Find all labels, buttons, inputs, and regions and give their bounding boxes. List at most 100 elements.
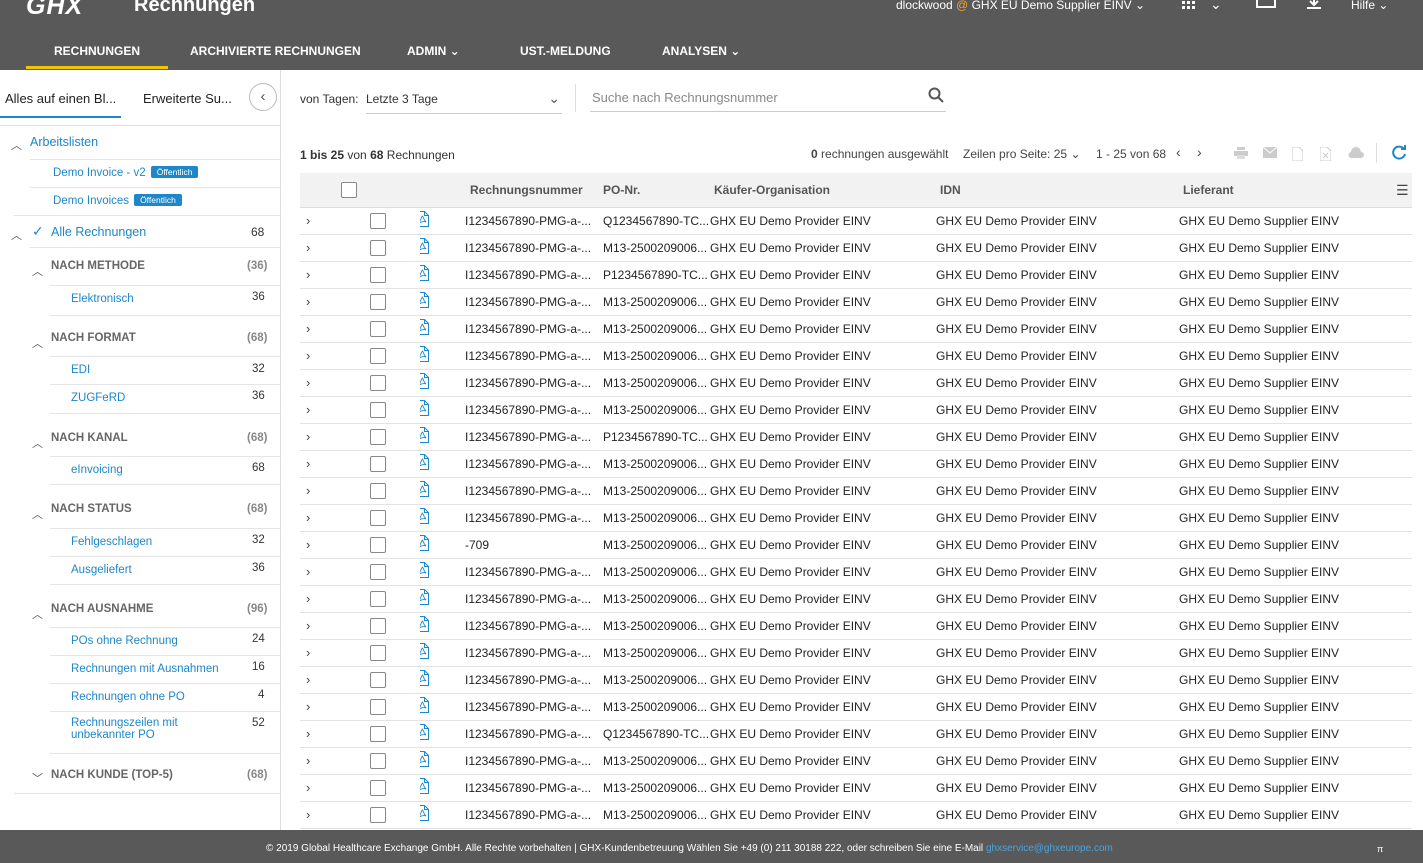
invoice-number-link[interactable]: I1234567890-PMG-a-... [465, 234, 599, 262]
po-number-link[interactable]: M13-2500209006... [599, 531, 710, 559]
row-expand[interactable]: › [300, 558, 330, 586]
table-row[interactable]: › I1234567890-PMG-a-... M13-2500209006... G… [300, 369, 1412, 397]
group-method[interactable]: NACH METHODE [51, 260, 145, 272]
po-number-link[interactable]: M13-2500209006... [599, 504, 710, 532]
row-expand[interactable]: › [300, 369, 330, 397]
table-row[interactable]: › I1234567890-PMG-a-... M13-2500209006... G… [300, 585, 1412, 613]
invoice-number-link[interactable]: I1234567890-PMG-a-... [465, 666, 599, 694]
pdf-export-icon[interactable] [1291, 146, 1304, 164]
chevron-up-icon[interactable]: ︿ [11, 137, 22, 153]
nav-vat[interactable]: UST.-MELDUNG [520, 44, 611, 58]
table-row[interactable]: › I1234567890-PMG-a-... M13-2500209006... G… [300, 666, 1412, 694]
row-expand[interactable]: › [300, 585, 330, 613]
row-checkbox[interactable] [370, 617, 386, 634]
col-idn[interactable]: IDN [936, 173, 1179, 208]
row-checkbox[interactable] [370, 482, 386, 499]
pdf-icon[interactable] [420, 508, 429, 527]
chevron-up-icon[interactable]: ︿ [32, 263, 43, 279]
excel-icon[interactable] [1319, 146, 1332, 164]
row-checkbox[interactable] [370, 779, 386, 796]
row-checkbox[interactable] [370, 806, 386, 823]
next-page-icon[interactable]: › [1197, 144, 1202, 160]
col-invoice-number[interactable]: Rechnungsnummer [465, 173, 599, 208]
tab-overview[interactable]: Alles auf einen Bl... [0, 91, 122, 118]
nav-rechnungen[interactable]: RECHNUNGEN [25, 44, 169, 69]
chevron-right-icon[interactable]: › [300, 807, 310, 822]
download-icon[interactable] [1306, 0, 1322, 13]
po-number-link[interactable]: M13-2500209006... [599, 585, 710, 613]
table-row[interactable]: › I1234567890-PMG-a-... Q1234567890-TC... G… [300, 207, 1412, 235]
row-expand[interactable]: › [300, 234, 330, 262]
apps-grid-icon[interactable] [1182, 0, 1196, 13]
chevron-right-icon[interactable]: › [300, 348, 310, 363]
pdf-icon[interactable] [420, 535, 429, 554]
pdf-icon[interactable] [420, 643, 429, 662]
po-number-link[interactable]: Q1234567890-TC... [599, 207, 710, 235]
pdf-icon[interactable] [420, 778, 429, 797]
invoice-number-link[interactable]: I1234567890-PMG-a-... [465, 693, 599, 721]
row-checkbox[interactable] [370, 644, 386, 661]
table-row[interactable]: › I1234567890-PMG-a-... M13-2500209006... G… [300, 504, 1412, 532]
pdf-icon[interactable] [420, 616, 429, 635]
filter-item-zugferd[interactable]: ZUGFeRD [71, 392, 125, 404]
chevron-right-icon[interactable]: › [300, 699, 310, 714]
filter-item-edi[interactable]: EDI [71, 364, 90, 376]
po-number-link[interactable]: M13-2500209006... [599, 450, 710, 478]
pdf-icon[interactable] [420, 562, 429, 581]
pdf-icon[interactable] [420, 427, 429, 446]
group-customer[interactable]: NACH KUNDE (TOP-5) [51, 769, 173, 781]
chevron-up-icon[interactable]: ︿ [32, 435, 43, 451]
row-expand[interactable]: › [300, 531, 330, 559]
chevron-right-icon[interactable]: › [300, 564, 310, 579]
rows-per-page[interactable]: Zeilen pro Seite: 25 ⌄ [963, 147, 1081, 161]
group-status[interactable]: NACH STATUS [51, 503, 132, 515]
pdf-icon[interactable] [420, 481, 429, 500]
worklist-item[interactable]: Demo Invoice - v2 Öffentlich [53, 166, 199, 179]
table-row[interactable]: › I1234567890-PMG-a-... M13-2500209006... G… [300, 774, 1412, 802]
chevron-right-icon[interactable]: › [300, 294, 310, 309]
invoice-number-link[interactable]: I1234567890-PMG-a-... [465, 585, 599, 613]
row-checkbox[interactable] [370, 563, 386, 580]
invoice-number-link[interactable]: I1234567890-PMG-a-... [465, 639, 599, 667]
invoice-number-link[interactable]: I1234567890-PMG-a-... [465, 342, 599, 370]
invoice-number-link[interactable]: I1234567890-PMG-a-... [465, 261, 599, 289]
po-number-link[interactable]: M13-2500209006... [599, 558, 710, 586]
row-checkbox[interactable] [370, 752, 386, 769]
chevron-right-icon[interactable]: › [300, 645, 310, 660]
table-row[interactable]: › I1234567890-PMG-a-... M13-2500209006... G… [300, 639, 1412, 667]
row-checkbox[interactable] [370, 293, 386, 310]
invoice-number-link[interactable]: I1234567890-PMG-a-... [465, 612, 599, 640]
po-number-link[interactable]: M13-2500209006... [599, 315, 710, 343]
chevron-right-icon[interactable]: › [300, 726, 310, 741]
pdf-icon[interactable] [420, 697, 429, 716]
invoice-number-link[interactable]: I1234567890-PMG-a-... [465, 477, 599, 505]
row-expand[interactable]: › [300, 342, 330, 370]
nav-archived[interactable]: ARCHIVIERTE RECHNUNGEN [190, 44, 361, 58]
po-number-link[interactable]: P1234567890-TC... [599, 423, 710, 451]
po-number-link[interactable]: Q1234567890-TC... [599, 720, 710, 748]
footer-email-link[interactable]: ghxservice@ghxeurope.com [986, 843, 1113, 854]
table-row[interactable]: › I1234567890-PMG-a-... M13-2500209006... G… [300, 450, 1412, 478]
table-row[interactable]: › I1234567890-PMG-a-... M13-2500209006... G… [300, 747, 1412, 775]
chevron-up-icon[interactable]: ︿ [32, 335, 43, 351]
row-expand[interactable]: › [300, 747, 330, 775]
chevron-right-icon[interactable]: › [300, 321, 310, 336]
invoice-number-link[interactable]: I1234567890-PMG-a-... [465, 369, 599, 397]
invoice-number-link[interactable]: I1234567890-PMG-a-... [465, 504, 599, 532]
ghx-logo[interactable]: GHX [26, 0, 83, 21]
row-checkbox[interactable] [370, 266, 386, 283]
invoice-number-link[interactable]: I1234567890-PMG-a-... [465, 423, 599, 451]
po-number-link[interactable]: P1234567890-TC... [599, 261, 710, 289]
row-checkbox[interactable] [370, 320, 386, 337]
invoice-number-link[interactable]: I1234567890-PMG-a-... [465, 315, 599, 343]
table-row[interactable]: › I1234567890-PMG-a-... M13-2500209006... G… [300, 558, 1412, 586]
invoice-number-link[interactable]: I1234567890-PMG-a-... [465, 450, 599, 478]
refresh-icon[interactable] [1391, 145, 1407, 164]
invoice-number-link[interactable]: I1234567890-PMG-a-... [465, 720, 599, 748]
row-checkbox[interactable] [370, 428, 386, 445]
filter-item-lines-unknown-po[interactable]: Rechnungszeilen mit unbekannter PO [71, 717, 178, 741]
row-expand[interactable]: › [300, 450, 330, 478]
table-row[interactable]: › I1234567890-PMG-a-... M13-2500209006... G… [300, 315, 1412, 343]
invoice-number-link[interactable]: -709 [465, 531, 599, 559]
pdf-icon[interactable] [420, 319, 429, 338]
